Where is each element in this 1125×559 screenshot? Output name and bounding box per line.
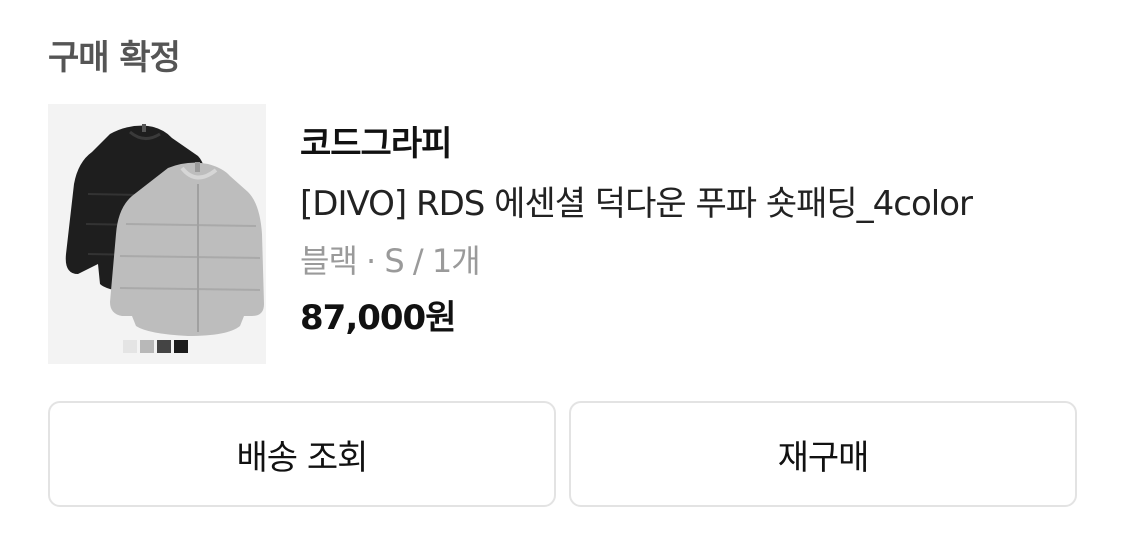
- track-delivery-button[interactable]: 배송 조회: [48, 401, 556, 507]
- product-option: 블랙 · S / 1개: [300, 242, 481, 280]
- order-card: 구매 확정 코드그라피 [DIVO] RDS 에센셜 덕다운 푸파 숏패딩_4c…: [0, 0, 1125, 559]
- order-status: 구매 확정: [48, 38, 181, 78]
- reorder-button[interactable]: 재구매: [569, 401, 1077, 507]
- brand-name[interactable]: 코드그라피: [300, 118, 1100, 170]
- swatch-2: [140, 340, 154, 353]
- product-title[interactable]: [DIVO] RDS 에센셜 덕다운 푸파 숏패딩_4color: [300, 178, 1100, 230]
- color-swatches: [123, 340, 188, 353]
- product-info: 코드그라피 [DIVO] RDS 에센셜 덕다운 푸파 숏패딩_4color 블…: [300, 118, 1100, 344]
- product-thumbnail[interactable]: [48, 104, 266, 364]
- product-price: 87,000원: [300, 298, 456, 338]
- swatch-4: [174, 340, 188, 353]
- puffer-jacket-image: [65, 124, 264, 353]
- swatch-3: [157, 340, 171, 353]
- swatch-1: [123, 340, 137, 353]
